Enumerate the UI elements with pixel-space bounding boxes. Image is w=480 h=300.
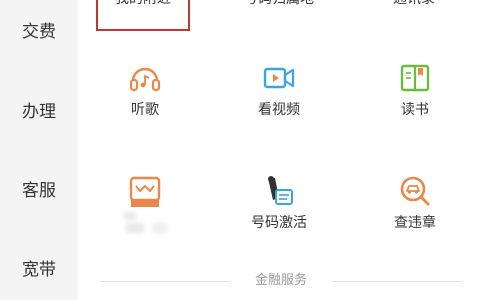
- blurred-label-tail: [152, 223, 168, 233]
- violation-label: 查违章: [394, 215, 436, 231]
- nearby-highlight-box: [96, 0, 190, 31]
- app-window: 交费 办理 客服 宽带 我的附近 号码归属地 通讯录 听歌: [0, 0, 480, 300]
- finance-section-divider: 金融服务: [100, 273, 462, 288]
- video-label: 看视频: [258, 102, 300, 118]
- grid-item-music[interactable]: 听歌: [90, 61, 200, 119]
- blurred-label: [126, 223, 144, 233]
- sidebar-item-service[interactable]: 客服: [0, 180, 78, 202]
- main-panel: 我的附近 号码归属地 通讯录 听歌 看视频: [78, 0, 480, 300]
- video-camera-icon: [263, 67, 295, 89]
- sidebar-item-handle[interactable]: 办理: [0, 101, 78, 123]
- grid-item-video[interactable]: 看视频: [224, 61, 334, 119]
- number-location-label[interactable]: 号码归属地: [219, 0, 339, 8]
- blurred-badge: [124, 212, 136, 220]
- car-search-icon: [400, 176, 430, 206]
- mail-envelope-icon: [129, 176, 161, 207]
- sidebar-item-pay[interactable]: 交费: [0, 21, 78, 43]
- sim-activation-icon: [268, 176, 293, 205]
- sidebar-item-broadband[interactable]: 宽带: [0, 259, 78, 281]
- grid-item-reading[interactable]: 读书: [360, 61, 470, 119]
- activation-label: 号码激活: [251, 215, 307, 231]
- sidebar: 交费 办理 客服 宽带: [0, 0, 78, 300]
- grid-item-violation[interactable]: 查违章: [360, 174, 470, 232]
- headphones-music-icon: [129, 67, 161, 92]
- grid-item-activation[interactable]: 号码激活: [224, 174, 334, 232]
- finance-section-title: 金融服务: [254, 273, 307, 288]
- music-label: 听歌: [131, 102, 159, 118]
- grid-item-mail[interactable]: [90, 174, 200, 214]
- book-icon: [400, 64, 430, 92]
- contacts-label[interactable]: 通讯录: [354, 0, 474, 8]
- reading-label: 读书: [401, 102, 429, 118]
